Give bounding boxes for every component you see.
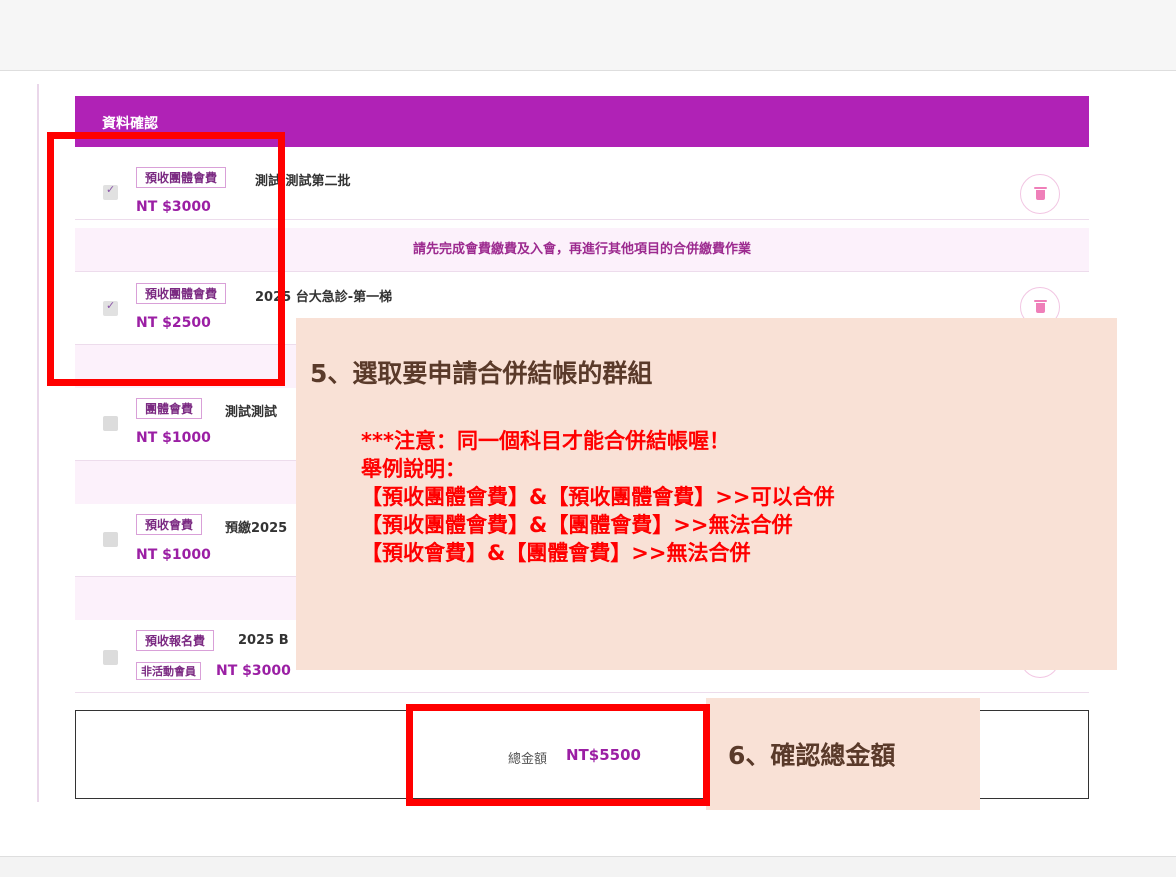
annotation-title: 5、選取要申請合併結帳的群組: [310, 359, 653, 388]
panel-title: 資料確認: [102, 116, 158, 132]
annotation-title: 6、確認總金額: [728, 741, 896, 770]
item-name: 2025 B: [238, 633, 289, 648]
item-checkbox[interactable]: [103, 416, 118, 431]
item-price: NT $1000: [136, 547, 211, 563]
item-checkbox[interactable]: [103, 532, 118, 547]
delete-button[interactable]: [1020, 174, 1060, 214]
category-badge: 團體會費: [136, 398, 203, 419]
annotation-line: 舉例說明：: [361, 457, 466, 481]
annotation-callout-step6: 6、確認總金額: [706, 698, 980, 810]
annotation-callout-step5: 5、選取要申請合併結帳的群組 ***注意：同一個科目才能合併結帳喔！ 舉例說明：…: [296, 318, 1117, 670]
footer-bar: [0, 856, 1176, 877]
annotation-line: ***注意：同一個科目才能合併結帳喔！: [361, 429, 730, 453]
category-badge: 預收會費: [136, 514, 203, 535]
left-divider: [37, 84, 39, 802]
item-name: 測試測試: [225, 405, 278, 420]
notice-text: 請先完成會費繳費及入會，再進行其他項目的合併繳費作業: [412, 242, 751, 257]
highlight-box-total: [406, 704, 710, 806]
item-checkbox[interactable]: [103, 650, 118, 665]
annotation-line: 【預收團體會費】&【預收團體會費】>>可以合併: [361, 485, 835, 509]
item-price: NT $1000: [136, 430, 211, 446]
member-status-badge: 非活動會員: [136, 662, 201, 680]
highlight-box-checkboxes: [47, 132, 285, 386]
top-bar: [0, 0, 1176, 71]
category-badge: 預收報名費: [136, 630, 215, 651]
item-price: NT $3000: [216, 663, 291, 679]
annotation-line: 【預收會費】&【團體會費】>>無法合併: [361, 541, 751, 565]
item-name: 預繳2025: [225, 521, 288, 536]
trash-icon: [1034, 187, 1047, 200]
trash-icon: [1034, 300, 1047, 313]
annotation-notes: ***注意：同一個科目才能合併結帳喔！ 舉例說明： 【預收團體會費】&【預收團體…: [361, 427, 835, 567]
annotation-line: 【預收團體會費】&【團體會費】>>無法合併: [361, 513, 793, 537]
